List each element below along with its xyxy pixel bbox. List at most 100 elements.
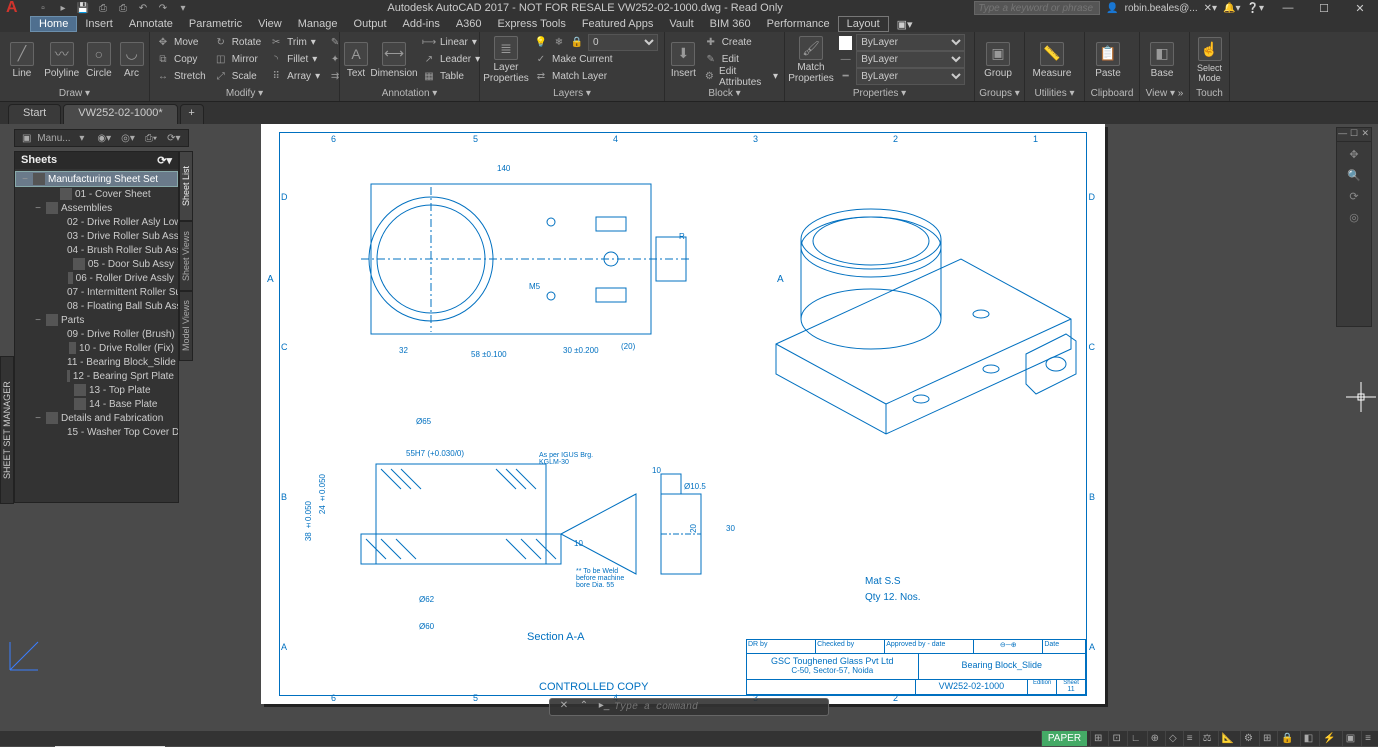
ssm-item[interactable]: 06 - Roller Drive Assly (15, 271, 178, 285)
group-button[interactable]: ▣Group (979, 34, 1017, 86)
panel-title-block[interactable]: Block ▾ (669, 87, 780, 101)
cmd-recent-icon[interactable]: ⌃ (577, 700, 591, 714)
rotate-button[interactable]: ↻Rotate (212, 34, 263, 51)
ssm-item[interactable]: 12 - Bearing Sprt Plate (15, 369, 178, 383)
fillet-button[interactable]: ◝Fillet ▾ (267, 51, 322, 68)
tab-a360[interactable]: A360 (448, 16, 490, 32)
stretch-button[interactable]: ↔Stretch (154, 68, 208, 85)
qat-more-icon[interactable]: ▾ (174, 0, 192, 16)
layerprops-button[interactable]: ≣Layer Properties (484, 34, 528, 86)
app-logo[interactable]: A (0, 0, 30, 16)
panel-title-clipboard[interactable]: Clipboard (1089, 87, 1135, 101)
filetab-active[interactable]: VW252-02-1000* (63, 104, 177, 124)
tab-collapse-icon[interactable]: ▣▾ (889, 16, 921, 32)
status-iso-icon[interactable]: ◧ (1300, 731, 1316, 746)
panel-title-draw[interactable]: Draw ▾ (4, 87, 145, 101)
status-snap-icon[interactable]: ⊡ (1108, 731, 1123, 746)
panel-title-properties[interactable]: Properties ▾ (789, 87, 970, 101)
layer-combo[interactable]: 💡❄🔒0 (532, 34, 660, 51)
panel-title-groups[interactable]: Groups ▾ (979, 87, 1020, 101)
ssm-tab-sheetlist[interactable]: Sheet List (179, 151, 193, 221)
user-icon[interactable]: 👤 (1106, 3, 1118, 14)
ssm-item[interactable]: 14 - Base Plate (15, 397, 178, 411)
panel-title-layers[interactable]: Layers ▾ (484, 87, 660, 101)
insert-button[interactable]: ⬇Insert (669, 34, 698, 86)
status-paper[interactable]: PAPER (1041, 731, 1087, 746)
base-button[interactable]: ◧Base (1144, 34, 1180, 86)
ssm-tool3[interactable]: ⎙▾ (142, 133, 160, 144)
status-annomon-icon[interactable]: 📐 (1218, 731, 1237, 746)
ssm-item[interactable]: 10 - Drive Roller (Fix) (15, 341, 178, 355)
move-button[interactable]: ✥Move (154, 34, 208, 51)
ssm-options-icon[interactable]: ⟳▾ (157, 154, 172, 167)
filetab-start[interactable]: Start (8, 104, 61, 124)
ssm-item[interactable]: 03 - Drive Roller Sub Assy (15, 229, 178, 243)
qat-redo-icon[interactable]: ↷ (154, 0, 172, 16)
panel-title-view[interactable]: View ▾ » (1144, 87, 1185, 101)
status-hw-icon[interactable]: ⚡ (1319, 731, 1338, 746)
matchlayer-button[interactable]: ⇄Match Layer (532, 68, 660, 85)
panel-title-annotation[interactable]: Annotation ▾ (344, 87, 475, 101)
ssm-item[interactable]: 09 - Drive Roller (Brush) (15, 327, 178, 341)
user-name[interactable]: robin.beales@... (1125, 3, 1198, 14)
minimize-button[interactable]: — (1270, 0, 1306, 16)
tab-vault[interactable]: Vault (661, 16, 701, 32)
create-block-button[interactable]: ✚Create (702, 34, 780, 51)
ssm-tool4[interactable]: ⟳▾ (164, 133, 183, 144)
ssm-item[interactable]: 08 - Floating Ball Sub Assy (15, 299, 178, 313)
maximize-button[interactable]: ☐ (1306, 0, 1342, 16)
status-lwt-icon[interactable]: ≡ (1183, 731, 1196, 746)
status-grid-icon[interactable]: ⊞ (1090, 731, 1105, 746)
ssm-item[interactable]: 15 - Washer Top Cover De (15, 425, 178, 439)
command-line[interactable]: ✕ ⌃ ▸_ (549, 698, 829, 716)
qat-open-icon[interactable]: ▸ (54, 0, 72, 16)
ssm-item[interactable]: 01 - Cover Sheet (15, 187, 178, 201)
qat-saveas-icon[interactable]: ⎙ (94, 0, 112, 16)
tab-bim360[interactable]: BIM 360 (702, 16, 759, 32)
command-input[interactable] (614, 702, 824, 713)
filetab-new[interactable]: + (180, 104, 204, 124)
tab-manage[interactable]: Manage (290, 16, 346, 32)
ssm-tool1[interactable]: ◉▾ (94, 133, 114, 144)
navbar-pan-icon[interactable]: ✥ (1349, 148, 1358, 161)
status-lock-icon[interactable]: 🔒 (1277, 731, 1296, 746)
tab-parametric[interactable]: Parametric (181, 16, 250, 32)
tab-performance[interactable]: Performance (759, 16, 838, 32)
tab-annotate[interactable]: Annotate (121, 16, 181, 32)
ssm-item[interactable]: −Details and Fabrication (15, 411, 178, 425)
ssm-combo[interactable]: ▣ Manu... ▾ (19, 133, 90, 144)
stayconnected-icon[interactable]: 🔔▾ (1223, 3, 1240, 14)
arc-button[interactable]: ◡Arc (118, 34, 145, 86)
tab-view[interactable]: View (250, 16, 290, 32)
lineweight-combo[interactable]: —ByLayer (837, 51, 967, 68)
qat-undo-icon[interactable]: ↶ (134, 0, 152, 16)
close-button[interactable]: ✕ (1342, 0, 1378, 16)
edit-attrs-button[interactable]: ⚙Edit Attributes ▾ (702, 68, 780, 85)
ucs-icon[interactable] (6, 638, 42, 674)
ssm-root[interactable]: −Manufacturing Sheet Set (15, 171, 178, 187)
ssm-item[interactable]: −Assemblies (15, 201, 178, 215)
vp-max-icon[interactable]: ☐ (1348, 128, 1359, 141)
table-button[interactable]: ▦Table (420, 68, 482, 85)
status-custom-icon[interactable]: ≡ (1361, 731, 1374, 746)
qat-new-icon[interactable]: ▫ (34, 0, 52, 16)
tab-insert[interactable]: Insert (77, 16, 121, 32)
status-polar-icon[interactable]: ⊕ (1147, 731, 1162, 746)
qat-plot-icon[interactable]: ⎙ (114, 0, 132, 16)
vp-close-icon[interactable]: ✕ (1360, 128, 1371, 141)
paste-button[interactable]: 📋Paste (1089, 34, 1127, 86)
ssm-item[interactable]: 13 - Top Plate (15, 383, 178, 397)
linetype-combo[interactable]: ━ByLayer (837, 68, 967, 85)
linear-button[interactable]: ⟼Linear ▾ (420, 34, 482, 51)
qat-save-icon[interactable]: 💾 (74, 0, 92, 16)
mirror-button[interactable]: ◫Mirror (212, 51, 263, 68)
status-ortho-icon[interactable]: ∟ (1127, 731, 1144, 746)
ssm-item[interactable]: 04 - Brush Roller Sub Assy (15, 243, 178, 257)
panel-title-modify[interactable]: Modify ▾ (154, 87, 335, 101)
matchprops-button[interactable]: 🖌Match Properties (789, 34, 833, 86)
scale-button[interactable]: ⤢Scale (212, 68, 263, 85)
cmd-close-icon[interactable]: ✕ (557, 700, 571, 714)
drawing-sheet[interactable]: 6 5 4 3 2 1 6 5 4 3 2 D C B A D C B A (261, 124, 1105, 704)
search-input[interactable] (974, 1, 1100, 15)
tab-layout[interactable]: Layout (838, 16, 889, 32)
